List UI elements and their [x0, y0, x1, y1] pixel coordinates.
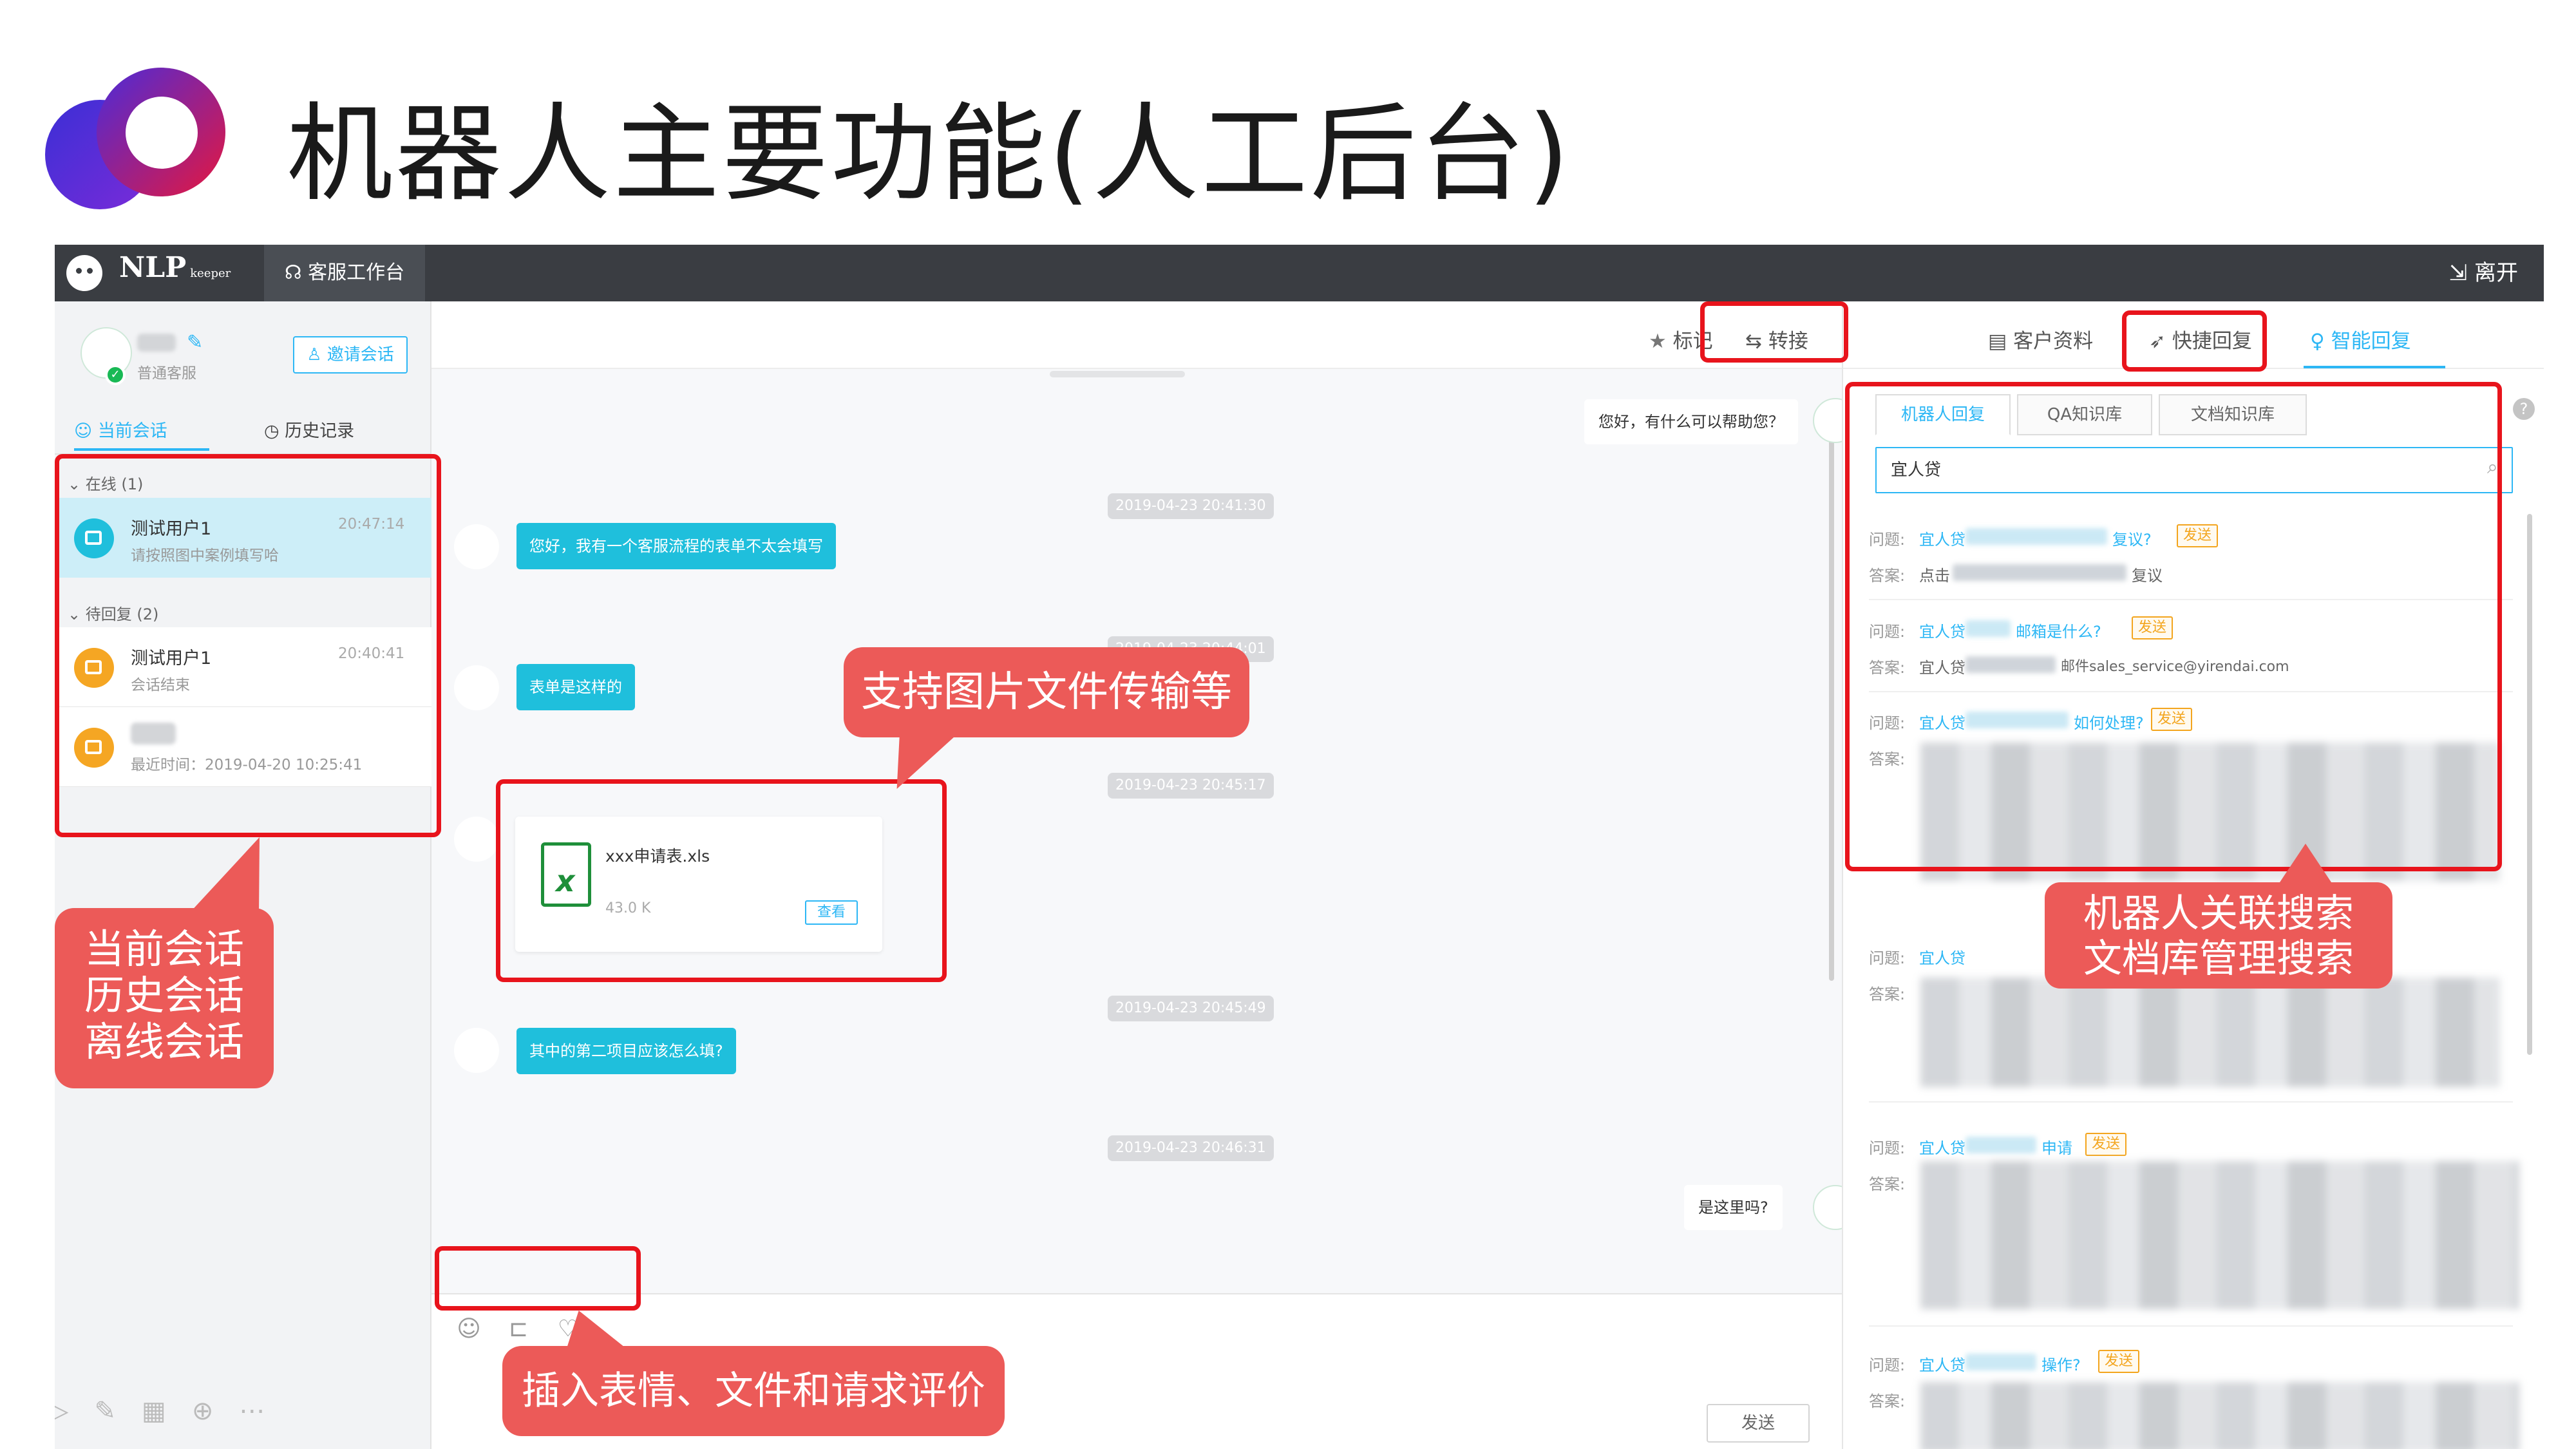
question-text-end: 操作?	[2041, 1356, 2081, 1374]
tab-history[interactable]: ◷ 历史记录	[264, 412, 393, 451]
agent-role: 普通客服	[137, 365, 196, 382]
agent-name	[137, 334, 176, 352]
pen-icon[interactable]: ✎	[95, 1396, 142, 1426]
slide-title: 机器人主要功能(人工后台)	[287, 92, 1572, 216]
logout-icon: ⇲	[2448, 260, 2474, 286]
robot-logo-icon	[66, 255, 102, 291]
callout-search: 机器人关联搜索 文档库管理搜索	[2045, 882, 2392, 989]
brand-logo: NLP keeper	[119, 251, 231, 284]
divider	[1869, 1325, 2513, 1327]
bulb-icon: ♀	[2310, 330, 2325, 353]
headset-icon: ☊	[284, 261, 308, 284]
grid-icon[interactable]: ▦	[142, 1396, 192, 1426]
redacted-answer	[1920, 978, 2500, 1087]
highlight-smart-reply	[1845, 382, 2502, 871]
question-label: 问题:	[1869, 949, 1906, 967]
results-scrollbar[interactable]	[2527, 514, 2532, 1055]
tab-smart-reply-label: 智能回复	[2331, 330, 2411, 353]
customer-avatar-icon	[454, 1028, 499, 1073]
leave-button[interactable]: ⇲ 离开	[2449, 245, 2518, 301]
customer-message: 您好，我有一个客服流程的表单不太会填写	[516, 523, 836, 569]
redacted-text	[1965, 1137, 2036, 1153]
question-text: 宜人贷	[1919, 949, 1965, 967]
tab-customer-info[interactable]: ▤ 客户资料	[1988, 325, 2093, 354]
workspace-tab[interactable]: ☊ 客服工作台	[264, 245, 425, 301]
timestamp: 2019-04-23 20:45:49	[1108, 996, 1274, 1021]
timestamp: 2019-04-23 20:45:17	[1108, 773, 1274, 799]
next-icon[interactable]: ▷	[55, 1396, 95, 1426]
workspace-tab-label: 客服工作台	[308, 261, 405, 284]
scroll-hint	[1050, 371, 1185, 377]
timestamp: 2019-04-23 20:41:30	[1108, 493, 1274, 519]
tab-history-label: 历史记录	[285, 421, 355, 441]
tab-customer-label: 客户资料	[2013, 330, 2094, 353]
agent-message: 您好，有什么可以帮助您？	[1584, 399, 1798, 444]
tab-current-sessions[interactable]: ☺ 当前会话	[74, 412, 209, 451]
customer-message: 其中的第二项目应该怎么填?	[516, 1028, 736, 1074]
question-label: 问题:	[1869, 1356, 1906, 1374]
clock-icon: ◷	[264, 421, 285, 441]
chat-toolbar: ★ 标记 ⇆ 转接	[431, 301, 1842, 369]
redacted-text	[1965, 1354, 2036, 1370]
edit-icon[interactable]: ✎	[187, 331, 203, 354]
callout-sessions: 当前会话 历史会话 离线会话	[55, 908, 274, 1088]
redacted-answer	[1920, 1161, 2519, 1309]
callout-file-support: 支持图片文件传输等	[844, 647, 1249, 737]
invite-session-button[interactable]: ♙ 邀请会话	[293, 336, 408, 374]
send-answer-button[interactable]: 发送	[2098, 1350, 2140, 1373]
invite-label: 邀请会话	[327, 345, 394, 365]
qa-item: 问题: 宜人贷 申请 发送 答案:	[1869, 1133, 2519, 1329]
presentation-tools: ◁▷✎▦⊕⋯	[55, 1396, 290, 1426]
more-icon[interactable]: ⋯	[239, 1396, 290, 1426]
callout-sessions-line: 当前会话	[84, 925, 244, 972]
send-answer-button[interactable]: 发送	[2085, 1133, 2127, 1156]
chat-scrollbar[interactable]	[1829, 401, 1834, 981]
tab-current-label: 当前会话	[97, 421, 167, 441]
brand-name: NLP	[119, 251, 187, 284]
slide-logo	[39, 61, 232, 209]
highlight-input-tools	[435, 1246, 641, 1311]
highlight-transfer	[1700, 301, 1848, 363]
callout-search-line2: 文档库管理搜索	[2083, 936, 2354, 981]
online-status-icon: ✓	[105, 365, 126, 385]
redacted-answer	[1920, 1382, 2519, 1449]
id-card-icon: ▤	[1988, 330, 2007, 353]
leave-label: 离开	[2474, 260, 2518, 286]
tab-underline	[2304, 366, 2445, 368]
callout-pointer	[2280, 844, 2331, 882]
highlight-sessions	[55, 454, 441, 837]
highlight-file	[496, 779, 947, 982]
zoom-icon[interactable]: ⊕	[192, 1396, 240, 1426]
callout-insert: 插入表情、文件和请求评价	[502, 1346, 1005, 1436]
callout-sessions-line: 历史会话	[84, 972, 244, 1019]
question-text: 宜人贷	[1919, 1356, 1965, 1374]
answer-label: 答案:	[1869, 1175, 1906, 1193]
folder-icon[interactable]: ⊏	[506, 1316, 531, 1342]
star-icon: ★	[1649, 330, 1667, 353]
agent-message: 是这里吗?	[1684, 1185, 1783, 1230]
customer-avatar-icon	[454, 817, 499, 862]
highlight-quick-reply	[2122, 310, 2267, 372]
customer-avatar-icon	[454, 665, 499, 710]
user-icon: ♙	[307, 345, 327, 365]
emoji-icon[interactable]: ☺	[456, 1316, 482, 1342]
send-button[interactable]: 发送	[1707, 1404, 1810, 1443]
answer-label: 答案:	[1869, 1392, 1906, 1410]
callout-search-line1: 机器人关联搜索	[2083, 891, 2354, 936]
help-icon[interactable]: ?	[2513, 398, 2535, 420]
timestamp: 2019-04-23 20:46:31	[1108, 1135, 1274, 1161]
brand-sub: keeper	[190, 267, 231, 280]
top-bar: NLP keeper ☊ 客服工作台 ⇲ 离开	[55, 245, 2544, 301]
question-label: 问题:	[1869, 1139, 1906, 1157]
question-text-end: 申请	[2041, 1139, 2072, 1157]
question-text: 宜人贷	[1919, 1139, 1965, 1157]
chat-icon: ☺	[74, 421, 98, 441]
callout-sessions-line: 离线会话	[84, 1018, 244, 1065]
answer-label: 答案:	[1869, 985, 1906, 1003]
qa-item: 问题: 宜人贷 操作? 发送 答案:	[1869, 1350, 2519, 1449]
tab-smart-reply[interactable]: ♀ 智能回复	[2310, 325, 2411, 354]
customer-message: 表单是这样的	[516, 664, 635, 710]
divider	[1869, 1101, 2513, 1103]
customer-avatar-icon	[454, 524, 499, 569]
